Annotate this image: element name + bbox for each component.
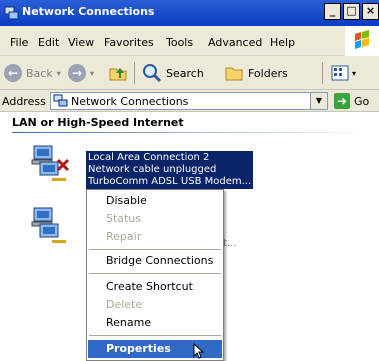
address-value: Network Connections [71,95,189,108]
forward-button[interactable]: → ▾ [68,62,94,84]
go-button[interactable]: ➜ Go [334,93,369,109]
menu-tools[interactable]: Tools [166,36,193,49]
go-arrow-icon: ➜ [334,93,350,109]
menu-item-repair[interactable]: Repair [88,228,222,246]
go-label: Go [354,94,370,108]
address-input[interactable]: Network Connections ▼ [50,92,328,110]
connection-1-label[interactable]: Local Area Connection 2 Network cable un… [86,151,254,189]
folders-icon [225,67,243,81]
back-label: Back [26,66,53,80]
mouse-cursor-icon [193,343,205,359]
network-connections-icon [4,6,19,20]
back-dropdown-icon[interactable]: ▾ [57,69,61,78]
up-folder-icon [109,68,127,81]
menu-separator [89,273,221,274]
connection-1-status: Network cable unplugged [88,164,217,175]
windows-flag-icon [355,30,369,49]
menu-item-rename[interactable]: Rename [88,314,222,332]
views-dropdown-icon[interactable]: ▾ [352,69,356,78]
menu-item-create-shortcut[interactable]: Create Shortcut [88,278,222,296]
menu-view[interactable]: View [68,36,94,49]
address-bar: Address Network Connections ▼ ➜ Go [0,90,379,112]
folders-label: Folders [248,66,288,80]
maximize-button[interactable]: □ [343,3,360,20]
forward-dropdown-icon[interactable]: ▾ [90,69,94,78]
views-button[interactable]: ▾ [330,62,356,84]
search-button[interactable]: Search [142,62,204,84]
forward-arrow-icon: → [68,64,86,82]
network-connections-small-icon [53,94,68,107]
search-icon [143,64,162,83]
close-button[interactable]: × [362,3,379,20]
menu-edit[interactable]: Edit [38,36,59,49]
menu-bar: File Edit View Favorites Tools Advanced … [0,26,379,56]
connection-1-device: TurboComm ADSL USB Modem... [88,176,252,187]
minimize-button[interactable]: _ [324,3,341,20]
menu-separator [89,249,221,250]
toolbar-separator [134,62,135,84]
views-icon [331,65,349,81]
menu-advanced[interactable]: Advanced [208,36,262,49]
menu-file[interactable]: File [10,36,28,49]
connection-2-label-partial: t... [223,238,237,249]
menu-separator [89,335,221,336]
folders-button[interactable]: Folders [224,62,288,84]
menu-item-disable[interactable]: Disable [88,192,222,210]
back-button[interactable]: ← Back ▾ [4,62,61,84]
back-arrow-icon: ← [4,64,22,82]
window-title: Network Connections [22,5,155,18]
menu-item-status[interactable]: Status [88,210,222,228]
menu-item-bridge-connections[interactable]: Bridge Connections [88,252,222,270]
lan-connection-disconnected-icon[interactable] [30,144,70,184]
group-header: LAN or High-Speed Internet [12,116,184,129]
address-label: Address [2,95,46,108]
toolbar-separator [322,62,323,84]
menu-item-delete[interactable]: Delete [88,296,222,314]
address-dropdown-icon[interactable]: ▼ [310,93,327,109]
search-label: Search [166,66,204,80]
standard-toolbar: ← Back ▾ → ▾ Search Folders ▾ [0,56,379,90]
windows-flag-logo [345,26,379,56]
connection-1-name: Local Area Connection 2 [88,152,210,163]
menu-favorites[interactable]: Favorites [104,36,154,49]
menu-help[interactable]: Help [270,36,295,49]
up-folder-button[interactable] [108,62,128,84]
title-bar[interactable]: Network Connections _ □ × [0,0,379,26]
context-menu: Disable Status Repair Bridge Connections… [86,189,224,361]
lan-connection-icon[interactable] [30,206,70,246]
group-divider [12,132,372,133]
window-controls: _ □ × [324,3,379,20]
